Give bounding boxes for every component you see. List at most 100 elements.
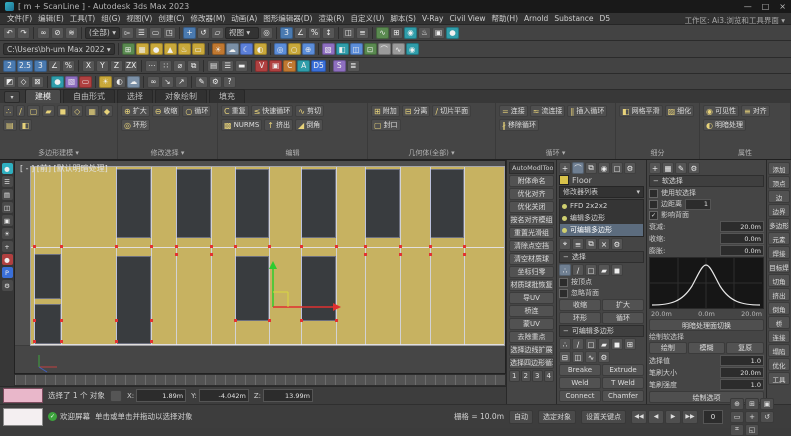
axis-zx-button[interactable]: ZX — [124, 60, 138, 72]
light-strip-icon[interactable]: ☀ — [2, 228, 13, 239]
help-icon[interactable]: ? — [223, 76, 236, 88]
ribbon-tab-populate[interactable]: 填充 — [209, 89, 245, 103]
export-icon[interactable]: ↗ — [175, 76, 188, 88]
isolate-selection-icon[interactable]: ◇ — [17, 76, 30, 88]
checkbox-checked[interactable]: ✓ — [649, 211, 658, 220]
menu-item[interactable]: 组(G) — [98, 13, 123, 24]
camera-icon[interactable]: ◎ — [274, 43, 287, 55]
grow-selection-button[interactable]: ⊕扩大 — [121, 105, 150, 117]
select-and-scale-icon[interactable]: ▱ — [211, 27, 224, 39]
target-icon[interactable]: ⊕ — [302, 43, 315, 55]
cloud-icon[interactable]: ☁ — [226, 43, 239, 55]
edge-distance-value[interactable]: 1 — [685, 199, 711, 210]
revert-button[interactable]: 复原 — [726, 342, 764, 354]
selection-rollout-header[interactable]: − 选择 — [559, 251, 644, 263]
target-weld-button[interactable]: T Weld — [602, 377, 644, 389]
arnold-icon[interactable]: A — [297, 60, 310, 72]
move-gizmo[interactable] — [265, 259, 345, 315]
bind-to-space-warp-icon[interactable]: ≋ — [65, 27, 78, 39]
axis-z-button[interactable]: Z — [110, 60, 123, 72]
loop-selection-button[interactable]: ○循环 — [182, 105, 211, 117]
ribbon-group-caption[interactable]: 多边形建模 ▾ — [3, 147, 114, 159]
redo-icon[interactable]: ↷ — [17, 27, 30, 39]
side-strip-button[interactable]: 多边形 — [768, 218, 790, 231]
vray-framebuffer-icon[interactable]: ▣ — [269, 60, 282, 72]
populate-strip-icon[interactable]: P — [2, 267, 13, 278]
rollout-settings-icon[interactable]: ⚙ — [688, 162, 700, 174]
border-mode-icon[interactable]: ▢ — [27, 105, 41, 117]
viewport-label[interactable]: [ - ] [前] [默认明暗处理] — [20, 163, 108, 174]
edge-subobject-icon[interactable]: ∕ — [572, 264, 584, 276]
stack-item-ffd[interactable]: FFD 2x2x2 — [560, 200, 643, 212]
measure-distance-icon[interactable]: ⌀ — [173, 60, 186, 72]
menu-item[interactable]: D5 — [597, 14, 614, 23]
render-strip-icon[interactable]: ▣ — [2, 215, 13, 226]
sun-icon[interactable]: ☀ — [212, 43, 225, 55]
modifier-visibility-icon[interactable] — [562, 216, 567, 221]
align-icon[interactable]: ≡ — [356, 27, 369, 39]
listener-icon[interactable]: ≣ — [347, 60, 360, 72]
side-strip-button[interactable]: 目标焊 — [768, 260, 790, 273]
script-button[interactable]: 蒙UV — [509, 318, 554, 330]
menu-item[interactable]: 文件(F) — [4, 13, 35, 24]
script-button[interactable]: 材质球批恢复 — [509, 279, 554, 291]
noise-icon[interactable]: ∿ — [392, 43, 405, 55]
ribbon-tab-freeform[interactable]: 自由形式 — [63, 89, 115, 103]
undo-icon[interactable]: ↶ — [3, 27, 16, 39]
mirror-icon[interactable]: ◫ — [342, 27, 355, 39]
ffd-icon[interactable]: ⊡ — [364, 43, 377, 55]
menu-item[interactable]: 动画(A) — [228, 13, 260, 24]
utilities-tab-icon[interactable]: ⚙ — [624, 162, 636, 174]
preview-subobject-icon[interactable]: ◧ — [19, 119, 33, 131]
side-strip-button[interactable]: 倒角 — [768, 302, 790, 315]
element-mode-icon[interactable]: ◼ — [57, 105, 70, 117]
select-and-rotate-icon[interactable]: ↺ — [197, 27, 210, 39]
snaps-toggle-icon[interactable]: 3 — [280, 27, 293, 39]
remove-loop-button[interactable]: ∦移除循环 — [499, 119, 539, 131]
show-end-result-icon[interactable]: ≡ — [572, 238, 584, 250]
weld-button[interactable]: Weld — [559, 377, 601, 389]
rendered-frame-icon[interactable]: ▣ — [432, 27, 445, 39]
zoom-all-icon[interactable]: ⊞ — [745, 398, 759, 410]
snap-25d-icon[interactable]: 2.5 — [17, 60, 33, 72]
minimize-button[interactable]: — — [744, 2, 752, 11]
toolbox-detach-icon[interactable]: ⊟ — [559, 351, 571, 363]
display-strip-icon[interactable]: ◫ — [2, 202, 13, 213]
plane-icon[interactable]: ▭ — [192, 43, 205, 55]
toolbox-vertex-icon[interactable]: ∴ — [559, 338, 571, 350]
viewport-layout-tab-icon[interactable]: ● — [2, 163, 13, 174]
collapse-stack-icon[interactable]: ▤ — [3, 119, 17, 131]
rollout-grid-icon[interactable]: ▦ — [662, 162, 674, 174]
edge-distance-checkbox[interactable]: 边距离 1 — [649, 199, 764, 209]
select-link-icon[interactable]: ∞ — [37, 27, 50, 39]
d5-icon[interactable]: D5 — [311, 60, 326, 72]
object-name-field[interactable]: Floor — [572, 176, 592, 185]
flow-connect-button[interactable]: ≈流连接 — [530, 105, 566, 117]
side-strip-button[interactable]: 切角 — [768, 274, 790, 287]
display-tab-icon[interactable]: ▢ — [611, 162, 623, 174]
select-and-move-icon[interactable]: + — [183, 27, 196, 39]
scene-explorer-strip-icon[interactable]: ☰ — [2, 176, 13, 187]
angle-snap-toggle-icon[interactable]: ∠ — [48, 60, 61, 72]
side-strip-button[interactable]: 边界 — [768, 204, 790, 217]
light-lister-icon[interactable]: ☀ — [99, 76, 112, 88]
viewport[interactable]: [ - ] [前] [默认明暗处理] — [14, 160, 506, 374]
maxscript-mini-listener-pink[interactable] — [3, 388, 43, 403]
ribbon-group-caption[interactable]: 属性 — [703, 147, 787, 159]
modifier-list-dropdown[interactable]: 修改器列表 ▾ — [559, 186, 644, 198]
script-button[interactable]: 重置光滑组 — [509, 227, 554, 239]
window-crossing-icon[interactable]: ◳ — [163, 27, 176, 39]
percent-snap-toggle-icon[interactable]: % — [62, 60, 75, 72]
vray-icon[interactable]: V — [255, 60, 268, 72]
material-ball-icon[interactable]: ● — [51, 76, 64, 88]
side-strip-button[interactable]: 焊接 — [768, 246, 790, 259]
uv-editor-icon[interactable]: ▧ — [65, 76, 78, 88]
menu-item[interactable]: 帮助(H) — [489, 13, 522, 24]
key-filter-dropdown[interactable]: 选定对象 — [538, 410, 576, 424]
modify-tab-icon[interactable]: ⌒ — [572, 162, 584, 174]
pinch-spinner[interactable]: 0.0m — [720, 233, 764, 244]
moon-icon[interactable]: ☾ — [240, 43, 253, 55]
maximize-viewport-icon[interactable]: ◱ — [745, 424, 759, 436]
toolbox-border-icon[interactable]: ▢ — [585, 338, 597, 350]
object-color-swatch[interactable] — [559, 175, 569, 185]
